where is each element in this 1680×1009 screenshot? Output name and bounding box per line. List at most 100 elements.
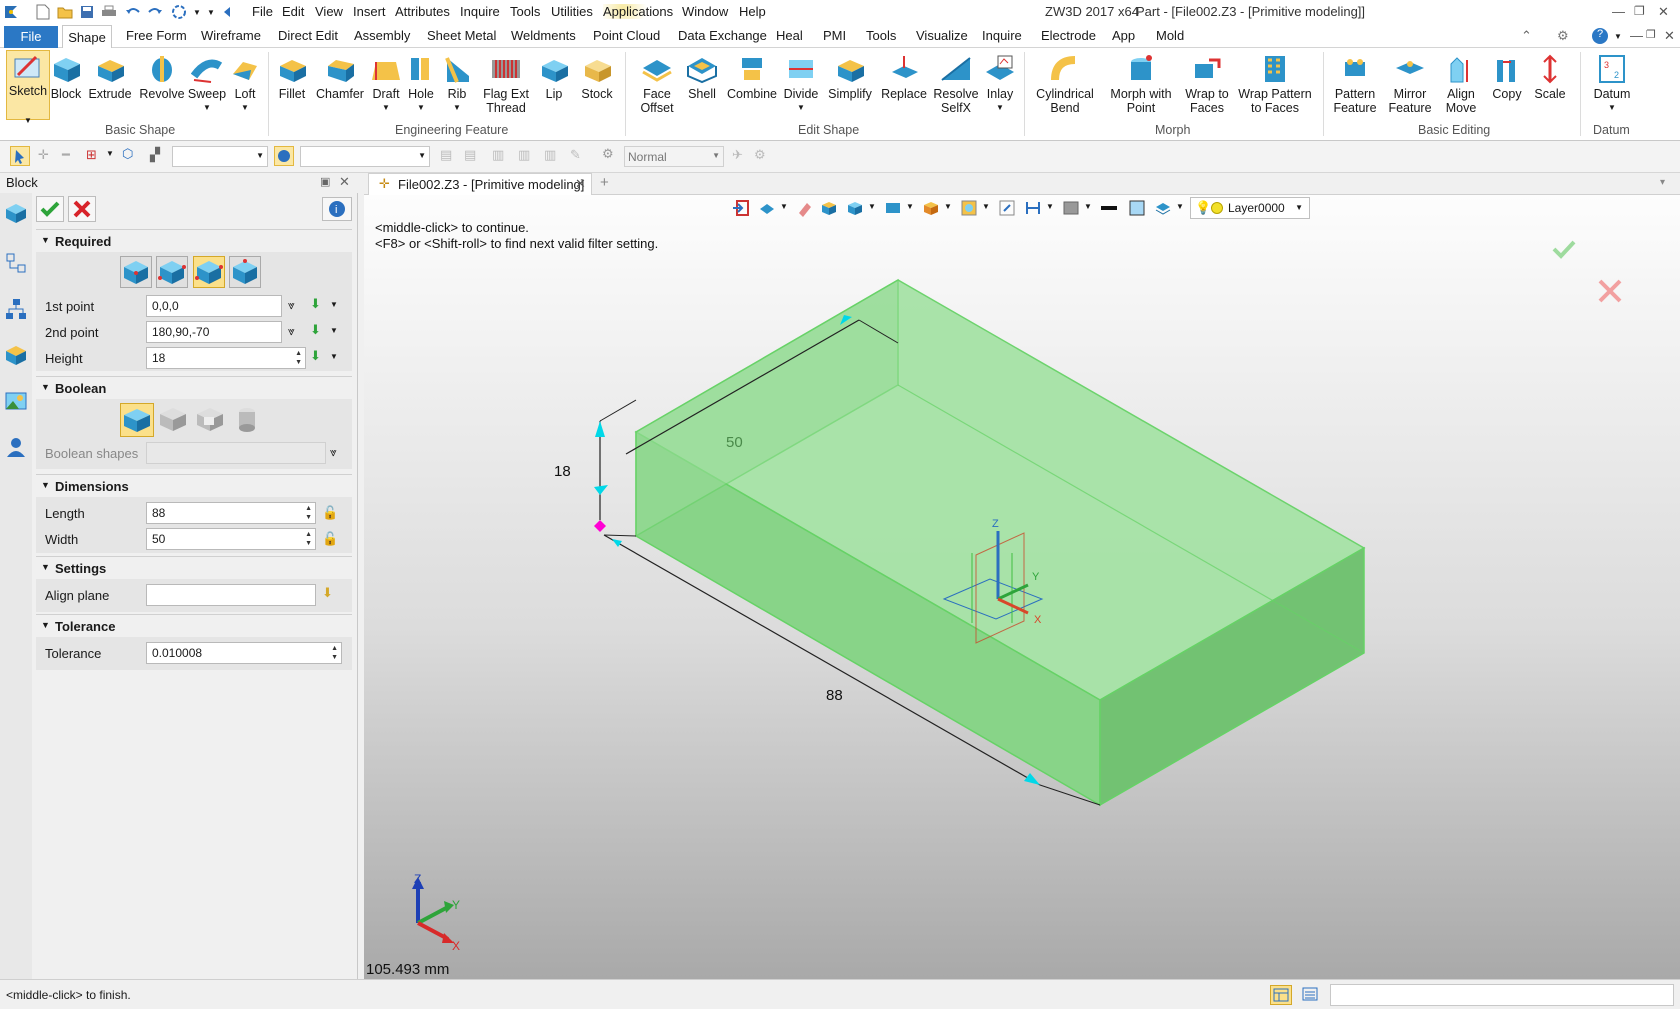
collapse-ribbon-icon[interactable]: ⌃	[1521, 28, 1532, 44]
first-point-field[interactable]: 0,0,0	[146, 295, 282, 317]
tab-mold[interactable]: Mold	[1156, 28, 1184, 43]
user-role-icon[interactable]	[4, 435, 28, 459]
tab-pmi[interactable]: PMI	[823, 28, 846, 43]
back-arrow-icon[interactable]	[218, 3, 236, 21]
cancel-button[interactable]	[68, 196, 96, 222]
tolerance-spinner-icon[interactable]: ▲ ▼	[331, 644, 338, 662]
height-field[interactable]: 18 ▲ ▼	[146, 347, 306, 369]
required-section-header[interactable]: Required	[36, 229, 352, 252]
undo-icon[interactable]	[124, 3, 142, 21]
settings-section-header[interactable]: Settings	[36, 556, 352, 579]
print-icon[interactable]	[100, 3, 118, 21]
block-feature-icon[interactable]	[4, 201, 28, 225]
mirror-feature-button[interactable]: Mirror Feature	[1384, 54, 1436, 115]
length-field[interactable]: 88 ▲ ▼	[146, 502, 316, 524]
document-tab-close-icon[interactable]: ✕	[575, 176, 586, 192]
sketch-button[interactable]: Sketch	[6, 50, 50, 120]
new-tab-icon[interactable]: +	[600, 174, 609, 191]
status-layout-icon[interactable]	[1270, 985, 1292, 1005]
tab-weldments[interactable]: Weldments	[511, 28, 576, 43]
draft-dropdown-icon[interactable]: ▼	[382, 101, 390, 115]
inlay-dropdown-icon[interactable]: ▼	[996, 101, 1004, 115]
dimension-handle-icon[interactable]	[612, 539, 622, 547]
dimensions-section-header[interactable]: Dimensions	[36, 474, 352, 497]
first-point-pick-icon[interactable]: ⬇	[310, 296, 321, 312]
combine-button[interactable]: Combine	[726, 54, 778, 101]
minimize-icon[interactable]: —	[1612, 4, 1625, 19]
first-point-menu-icon[interactable]: ▼	[330, 300, 338, 309]
loft-dropdown-icon[interactable]: ▼	[241, 101, 249, 115]
width-lock-icon[interactable]: 🔓	[322, 531, 338, 547]
align-move-button[interactable]: Align Move	[1440, 54, 1482, 115]
tab-inquire[interactable]: Inquire	[982, 28, 1022, 43]
menu-edit[interactable]: Edit	[282, 4, 304, 19]
menu-attributes[interactable]: Attributes	[395, 4, 450, 19]
second-point-field[interactable]: 180,90,-70	[146, 321, 282, 343]
sweep-dropdown-icon[interactable]: ▼	[203, 101, 211, 115]
second-point-pick-icon[interactable]: ⬇	[310, 322, 321, 338]
replace-button[interactable]: Replace	[880, 54, 928, 101]
document-tab[interactable]: ✛ File002.Z3 - [Primitive modeling] ✕	[368, 173, 592, 195]
datum-dropdown-icon[interactable]: ▼	[1608, 101, 1616, 115]
smart-pick-icon[interactable]	[274, 146, 294, 166]
shell-button[interactable]: Shell	[685, 54, 719, 101]
cylindrical-bend-button[interactable]: Cylindrical Bend	[1034, 54, 1096, 115]
align-plane-pick-icon[interactable]: ⬇	[322, 585, 333, 601]
flag-ext-thread-button[interactable]: Flag Ext Thread	[478, 54, 534, 115]
block-solid[interactable]	[634, 278, 1366, 807]
wrap-to-faces-button[interactable]: Wrap to Faces	[1182, 54, 1232, 115]
block-mode-two-points-icon[interactable]	[193, 256, 225, 288]
tab-shape[interactable]: Shape	[62, 25, 112, 49]
new-file-icon[interactable]	[34, 3, 52, 21]
pattern-feature-button[interactable]: Pattern Feature	[1330, 54, 1380, 115]
rib-dropdown-icon[interactable]: ▼	[453, 101, 461, 115]
lip-button[interactable]: Lip	[538, 54, 570, 101]
fillet-button[interactable]: Fillet	[272, 54, 312, 101]
regen-icon[interactable]	[170, 3, 188, 21]
height-pick-icon[interactable]: ⬇	[310, 348, 321, 364]
copy-button[interactable]: Copy	[1488, 54, 1526, 101]
tab-assembly[interactable]: Assembly	[354, 28, 410, 43]
history-tree-icon[interactable]	[4, 251, 28, 275]
pick-combo[interactable]: ▼	[300, 146, 430, 167]
add-icon[interactable]: ✛	[38, 147, 49, 163]
boolean-shapes-expand-icon[interactable]: ⩔	[330, 445, 337, 460]
menu-insert[interactable]: Insert	[353, 4, 386, 19]
tolerance-field[interactable]: 0.010008 ▲ ▼	[146, 642, 342, 664]
doc-minimize-icon[interactable]: —	[1630, 28, 1643, 43]
info-button[interactable]: i	[322, 197, 352, 221]
tab-point-cloud[interactable]: Point Cloud	[593, 28, 660, 43]
tab-wireframe[interactable]: Wireframe	[201, 28, 261, 43]
block-button[interactable]: Block	[48, 54, 84, 101]
divide-dropdown-icon[interactable]: ▼	[797, 101, 805, 115]
draft-button[interactable]: Draft ▼	[368, 54, 404, 115]
align-plane-field[interactable]	[146, 584, 316, 606]
scale-button[interactable]: Scale	[1532, 54, 1568, 101]
datum-button[interactable]: 32 Datum ▼	[1590, 54, 1634, 115]
lasso-icon[interactable]: ⬡	[122, 146, 133, 162]
ok-button[interactable]	[36, 196, 64, 222]
assembly-tree-icon[interactable]	[4, 297, 28, 321]
dimension-handle-icon[interactable]	[595, 421, 605, 437]
menu-view[interactable]: View	[315, 4, 343, 19]
first-point-expand-icon[interactable]: ⩔	[288, 298, 295, 313]
app-logo-icon[interactable]	[2, 3, 20, 21]
sweep-button[interactable]: Sweep ▼	[186, 54, 228, 115]
extrude-button[interactable]: Extrude	[88, 54, 132, 101]
restore-icon[interactable]: ❐	[1634, 4, 1645, 18]
block-mode-corner-icon[interactable]	[156, 256, 188, 288]
tab-direct-edit[interactable]: Direct Edit	[278, 28, 338, 43]
tab-electrode[interactable]: Electrode	[1041, 28, 1096, 43]
inlay-button[interactable]: Inlay ▼	[982, 54, 1018, 115]
boolean-intersect-icon[interactable]	[231, 403, 265, 437]
open-file-icon[interactable]	[56, 3, 74, 21]
panel-pin-icon[interactable]: ▣	[320, 175, 330, 188]
pick-filter-dropdown-icon[interactable]: ▼	[106, 149, 114, 158]
status-list-icon[interactable]	[1300, 985, 1322, 1005]
select-pointer-icon[interactable]	[10, 146, 30, 166]
resolve-selfx-button[interactable]: Resolve SelfX	[932, 54, 980, 115]
tab-list-icon[interactable]: ▾	[1660, 177, 1665, 188]
menu-applications[interactable]: Applications	[603, 4, 674, 19]
boolean-remove-icon[interactable]	[194, 403, 228, 437]
length-spinner-icon[interactable]: ▲ ▼	[305, 504, 312, 522]
